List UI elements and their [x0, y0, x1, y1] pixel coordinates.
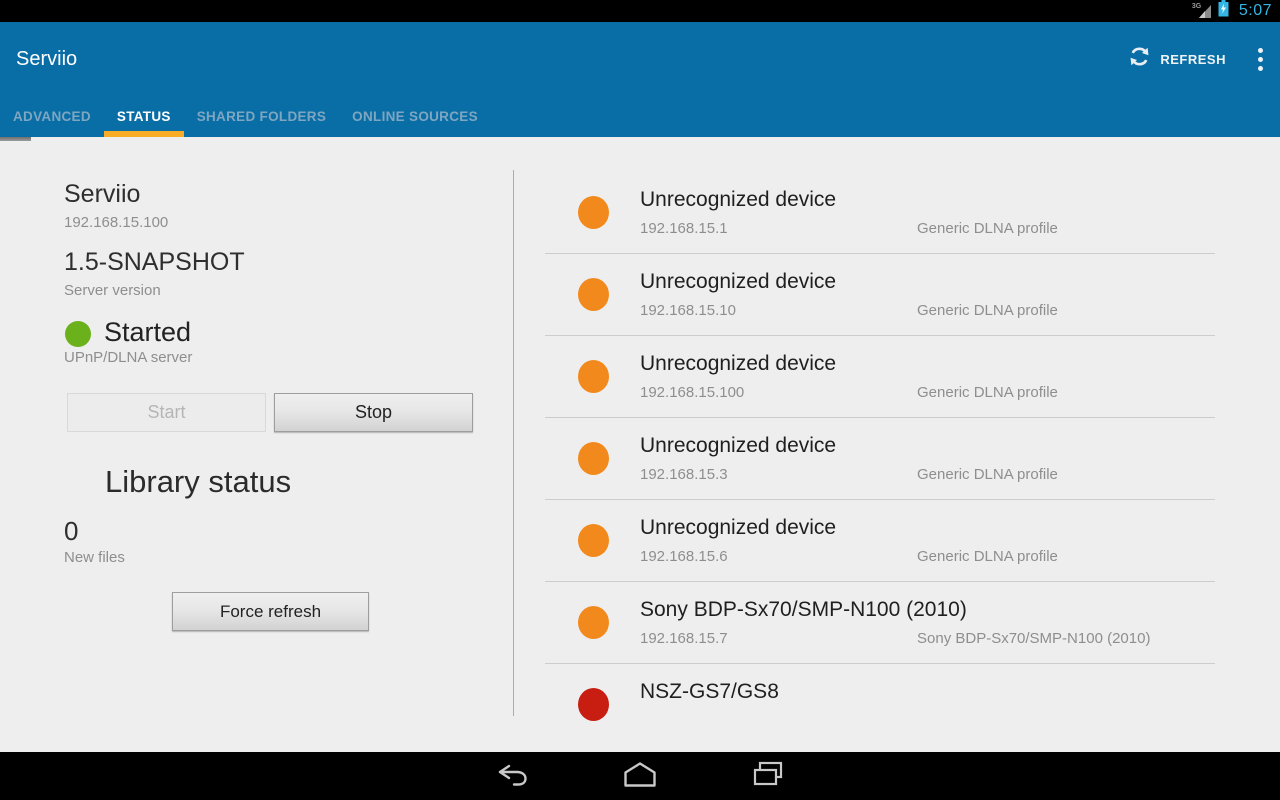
device-row[interactable]: Unrecognized device 192.168.15.10 Generic … [542, 254, 1225, 336]
device-name: NSZ-GS7/GS8 [640, 680, 779, 703]
device-row[interactable]: Unrecognized device 192.168.15.100 Generic… [542, 336, 1225, 418]
overflow-menu-button[interactable] [1240, 22, 1280, 96]
battery-icon [1218, 0, 1229, 22]
server-name: Serviio [64, 180, 141, 208]
tab-bar: ADVANCED STATUS SHARED FOLDERS ONLINE SOURC… [0, 96, 1280, 137]
device-ip: 192.168.15.10 [640, 302, 736, 319]
recent-apps-icon [751, 759, 785, 794]
device-row[interactable]: Unrecognized device 192.168.15.6 Generic D… [542, 500, 1225, 582]
server-status-text: Started [104, 317, 192, 347]
device-profile: Generic DLNA profile [917, 384, 1058, 401]
tab-online-sources[interactable]: ONLINE SOURCES [339, 96, 491, 137]
server-version-label: Server version [64, 282, 161, 299]
refresh-icon [1127, 44, 1152, 74]
tab-status[interactable]: STATUS [103, 96, 184, 137]
device-profile: Generic DLNA profile [917, 220, 1058, 237]
device-row[interactable]: Sony BDP-Sx70/SMP-N100 (2010) 192.168.15.… [542, 582, 1225, 664]
device-ip: 192.168.15.6 [640, 548, 728, 565]
device-status-icon [578, 196, 609, 229]
device-status-icon [578, 442, 609, 475]
back-icon [495, 759, 529, 794]
home-icon [622, 760, 658, 793]
device-name: Unrecognized device [640, 188, 837, 211]
stop-button[interactable]: Stop [274, 393, 473, 432]
overflow-dot [1257, 65, 1263, 71]
action-bar: Serviio REFRESH [0, 22, 1280, 96]
device-status-icon [578, 606, 609, 639]
back-button[interactable] [448, 752, 576, 800]
new-files-label: New files [64, 549, 125, 566]
start-button[interactable]: Start [67, 393, 266, 432]
device-name: Unrecognized device [640, 352, 837, 375]
library-status-title: Library status [105, 464, 292, 499]
device-status-icon [578, 360, 609, 393]
server-version: 1.5-SNAPSHOT [64, 248, 245, 276]
signal-icon: 3G [1192, 3, 1212, 19]
device-ip: 192.168.15.100 [640, 384, 745, 401]
tab-shared-folders[interactable]: SHARED FOLDERS [184, 96, 339, 137]
device-profile: Generic DLNA profile [917, 302, 1058, 319]
tab-advanced[interactable]: ADVANCED [0, 96, 104, 137]
overflow-dot [1257, 47, 1263, 53]
server-address: 192.168.15.100 [64, 214, 169, 231]
status-bar: 3G 5:07 [0, 0, 1280, 22]
device-row[interactable]: NSZ-GS7/GS8 [542, 664, 1225, 732]
device-name: Unrecognized device [640, 270, 837, 293]
device-profile: Generic DLNA profile [917, 466, 1058, 483]
overflow-dot [1257, 56, 1263, 62]
device-ip: 192.168.15.1 [640, 220, 728, 237]
navigation-bar [0, 752, 1280, 800]
device-status-icon [578, 688, 609, 721]
screen: 3G 5:07 Serviio REFRESH ADVANCED STATUS … [0, 0, 1280, 800]
pane-divider [513, 170, 514, 716]
server-status-pane: Serviio 192.168.15.100 1.5-SNAPSHOT Serv… [0, 137, 513, 752]
new-files-count: 0 [64, 516, 79, 546]
device-name: Unrecognized device [640, 434, 837, 457]
device-list: Unrecognized device 192.168.15.1 Generic D… [542, 172, 1225, 732]
device-name: Sony BDP-Sx70/SMP-N100 (2010) [640, 598, 967, 621]
device-status-icon [578, 278, 609, 311]
device-profile: Sony BDP-Sx70/SMP-N100 (2010) [917, 630, 1151, 647]
server-status-label: UPnP/DLNA server [64, 349, 193, 366]
device-ip: 192.168.15.7 [640, 630, 728, 647]
recent-apps-button[interactable] [704, 752, 832, 800]
force-refresh-button[interactable]: Force refresh [172, 592, 369, 631]
status-time: 5:07 [1238, 2, 1272, 19]
home-button[interactable] [576, 752, 704, 800]
server-status-icon [65, 321, 91, 347]
device-row[interactable]: Unrecognized device 192.168.15.3 Generic D… [542, 418, 1225, 500]
device-name: Unrecognized device [640, 516, 837, 539]
refresh-button[interactable]: REFRESH [1113, 22, 1240, 96]
refresh-button-label: REFRESH [1160, 51, 1226, 67]
device-profile: Generic DLNA profile [917, 548, 1058, 565]
device-status-icon [578, 524, 609, 557]
device-row[interactable]: Unrecognized device 192.168.15.1 Generic D… [542, 172, 1225, 254]
app-title: Serviio [16, 47, 78, 70]
device-ip: 192.168.15.3 [640, 466, 728, 483]
network-type-label: 3G [1191, 3, 1202, 10]
